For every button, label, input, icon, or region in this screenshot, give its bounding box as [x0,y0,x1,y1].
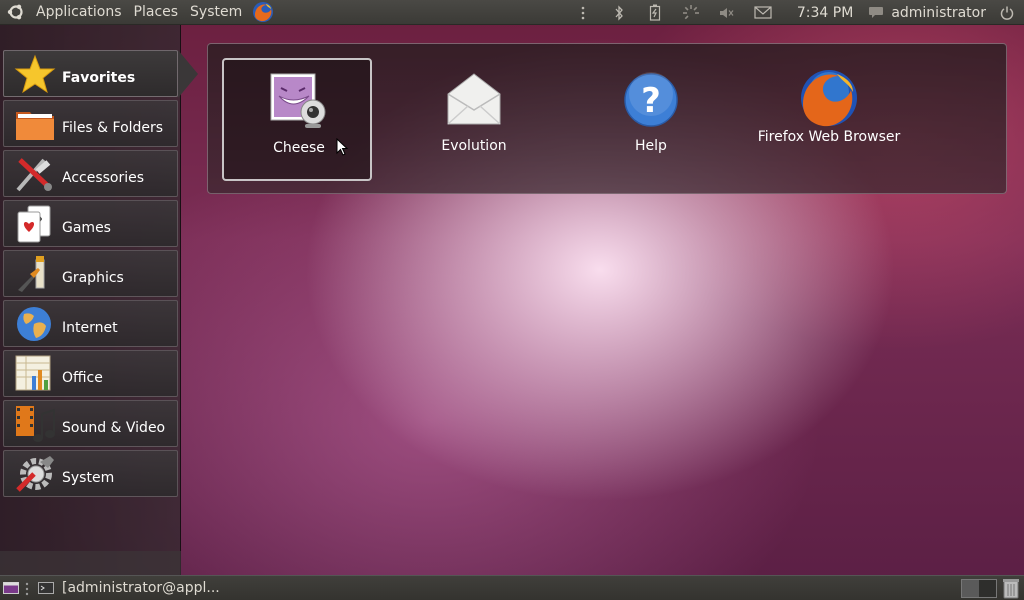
sidebar-item-label: Accessories [62,170,145,186]
applications-menu[interactable]: Applications [30,0,128,25]
cheese-icon [270,73,326,128]
star-icon [14,54,56,94]
indicator-dots-icon[interactable] [574,4,592,22]
office-icon [15,355,51,391]
chat-icon[interactable] [867,4,885,22]
sidebar-item-label: Internet [62,320,118,336]
power-icon[interactable] [998,4,1016,22]
sidebar-item-label: Sound & Video [62,420,166,436]
system-menu[interactable]: System [184,0,248,25]
sidebar-item-sound-video[interactable]: Sound & Video [3,400,178,447]
app-firefox[interactable]: Firefox Web Browser [754,58,904,181]
sidebar-footer [0,551,181,575]
workspace-switcher[interactable] [961,579,997,598]
mail-icon[interactable] [754,4,772,22]
sidebar-item-label: Games [62,220,111,236]
firefox-icon [801,70,857,127]
sidebar-item-accessories[interactable]: Accessories [3,150,178,197]
app-label: Cheese [273,140,325,156]
help-icon: ? [624,72,678,127]
top-panel: Applications Places System 7:34 PM admin… [0,0,1024,25]
battery-icon[interactable] [646,4,664,22]
network-icon[interactable] [682,4,700,22]
show-desktop-icon[interactable] [3,582,19,594]
sidebar-item-games[interactable]: Games [3,200,178,247]
system-icon [16,456,54,492]
app-help[interactable]: ? Help [576,58,726,181]
ubuntu-logo-icon[interactable] [6,2,26,22]
sidebar-item-system[interactable]: System [3,450,178,497]
app-label: Firefox Web Browser [757,129,901,145]
app-cheese[interactable]: Cheese [222,58,372,181]
folder-icon [16,112,54,140]
sound-video-icon [16,406,55,442]
trash-icon[interactable] [1002,578,1020,599]
sidebar-item-label: System [62,470,115,486]
sidebar-item-favorites[interactable]: Favorites [3,50,178,97]
workspace-1[interactable] [962,580,979,597]
sidebar-item-label: Office [62,370,103,386]
volume-icon[interactable] [718,4,736,22]
selection-arrow [178,50,198,98]
sidebar-item-internet[interactable]: Internet [3,300,178,347]
globe-icon [17,307,51,341]
firefox-icon[interactable] [252,1,274,23]
panel-grip-icon[interactable] [25,582,29,596]
accessories-icon [16,158,52,192]
terminal-icon [38,582,54,594]
clock[interactable]: 7:34 PM [797,5,853,21]
taskbar-window-title: [administrator@appl... [62,580,220,596]
bottom-panel: [administrator@appl... [0,575,1024,600]
app-label: Help [635,138,667,154]
svg-text:?: ? [641,81,661,121]
sidebar-item-files-folders[interactable]: Files & Folders [3,100,178,147]
bluetooth-icon[interactable] [610,4,628,22]
workspace-2[interactable] [979,580,996,597]
app-label: Evolution [441,138,507,154]
taskbar-window-button[interactable]: [administrator@appl... [38,578,220,598]
sidebar-item-office[interactable]: Office [3,350,178,397]
evolution-icon [447,73,501,125]
sidebar-item-label: Files & Folders [62,120,164,136]
sidebar-item-label: Graphics [62,270,124,286]
sidebar-item-graphics[interactable]: Graphics [3,250,178,297]
cards-icon [17,205,51,243]
places-menu[interactable]: Places [128,0,185,25]
favorites-panel: Cheese Evolution ? Help Firefox Web Brow… [207,43,1007,194]
graphics-icon [18,256,45,292]
app-evolution[interactable]: Evolution [399,58,549,181]
indicator-area: 7:34 PM administrator [565,0,1024,25]
sidebar-item-label: Favorites [62,70,136,86]
mouse-pointer-icon [336,138,349,156]
category-sidebar: Favorites Files & Folders Accessories Ga… [0,25,198,575]
user-menu[interactable]: administrator [891,5,986,21]
